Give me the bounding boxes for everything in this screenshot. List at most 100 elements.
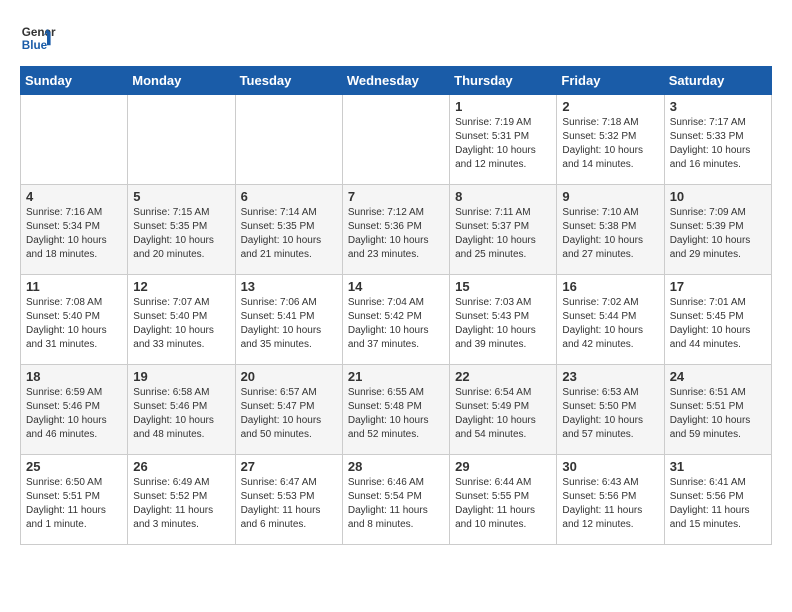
calendar-cell: 19 Sunrise: 6:58 AM Sunset: 5:46 PM Dayli… [128, 365, 235, 455]
day-info: Sunrise: 7:15 AM Sunset: 5:35 PM Dayligh… [133, 206, 229, 262]
day-info: Sunrise: 6:53 AM Sunset: 5:50 PM Dayligh… [562, 386, 658, 442]
day-number: 13 [241, 279, 337, 294]
day-info: Sunrise: 6:54 AM Sunset: 5:49 PM Dayligh… [455, 386, 551, 442]
day-info: Sunrise: 6:41 AM Sunset: 5:56 PM Dayligh… [670, 476, 766, 532]
calendar-cell: 31 Sunrise: 6:41 AM Sunset: 5:56 PM Dayli… [664, 455, 771, 545]
day-info: Sunrise: 7:09 AM Sunset: 5:39 PM Dayligh… [670, 206, 766, 262]
calendar-cell: 23Sunrise: 6:53 AM Sunset: 5:50 PM Dayli… [557, 365, 664, 455]
calendar-cell: 6 Sunrise: 7:14 AM Sunset: 5:35 PM Daylig… [235, 185, 342, 275]
day-number: 6 [241, 189, 337, 204]
day-info: Sunrise: 7:08 AM Sunset: 5:40 PM Dayligh… [26, 296, 122, 352]
day-header-wednesday: Wednesday [342, 67, 449, 95]
day-info: Sunrise: 7:01 AM Sunset: 5:45 PM Dayligh… [670, 296, 766, 352]
logo-icon: General Blue [20, 20, 56, 56]
day-header-tuesday: Tuesday [235, 67, 342, 95]
day-number: 21 [348, 369, 444, 384]
day-info: Sunrise: 7:10 AM Sunset: 5:38 PM Dayligh… [562, 206, 658, 262]
calendar-cell: 17Sunrise: 7:01 AM Sunset: 5:45 PM Dayli… [664, 275, 771, 365]
day-info: Sunrise: 7:19 AM Sunset: 5:31 PM Dayligh… [455, 116, 551, 172]
calendar-cell: 20 Sunrise: 6:57 AM Sunset: 5:47 PM Dayli… [235, 365, 342, 455]
day-info: Sunrise: 7:12 AM Sunset: 5:36 PM Dayligh… [348, 206, 444, 262]
calendar-cell: 21 Sunrise: 6:55 AM Sunset: 5:48 PM Dayli… [342, 365, 449, 455]
logo: General Blue [20, 20, 56, 56]
day-number: 29 [455, 459, 551, 474]
day-info: Sunrise: 6:51 AM Sunset: 5:51 PM Dayligh… [670, 386, 766, 442]
calendar-cell: 9 Sunrise: 7:10 AM Sunset: 5:38 PM Daylig… [557, 185, 664, 275]
day-info: Sunrise: 6:59 AM Sunset: 5:46 PM Dayligh… [26, 386, 122, 442]
day-number: 28 [348, 459, 444, 474]
day-number: 14 [348, 279, 444, 294]
day-info: Sunrise: 7:16 AM Sunset: 5:34 PM Dayligh… [26, 206, 122, 262]
svg-text:Blue: Blue [22, 39, 48, 52]
day-number: 22 [455, 369, 551, 384]
calendar-cell: 30 Sunrise: 6:43 AM Sunset: 5:56 PM Dayli… [557, 455, 664, 545]
day-header-thursday: Thursday [450, 67, 557, 95]
calendar-cell: 1 Sunrise: 7:19 AM Sunset: 5:31 PM Daylig… [450, 95, 557, 185]
day-number: 25 [26, 459, 122, 474]
day-info: Sunrise: 6:47 AM Sunset: 5:53 PM Dayligh… [241, 476, 337, 532]
calendar-cell: 22 Sunrise: 6:54 AM Sunset: 5:49 PM Dayli… [450, 365, 557, 455]
calendar-cell: 26Sunrise: 6:49 AM Sunset: 5:52 PM Dayli… [128, 455, 235, 545]
day-number: 15 [455, 279, 551, 294]
day-info: Sunrise: 6:44 AM Sunset: 5:55 PM Dayligh… [455, 476, 551, 532]
day-info: Sunrise: 7:14 AM Sunset: 5:35 PM Dayligh… [241, 206, 337, 262]
day-number: 10 [670, 189, 766, 204]
day-number: 5 [133, 189, 229, 204]
day-info: Sunrise: 6:57 AM Sunset: 5:47 PM Dayligh… [241, 386, 337, 442]
day-info: Sunrise: 7:11 AM Sunset: 5:37 PM Dayligh… [455, 206, 551, 262]
day-info: Sunrise: 6:50 AM Sunset: 5:51 PM Dayligh… [26, 476, 122, 532]
calendar-cell: 14Sunrise: 7:04 AM Sunset: 5:42 PM Dayli… [342, 275, 449, 365]
calendar-table: SundayMondayTuesdayWednesdayThursdayFrid… [20, 66, 772, 545]
day-header-saturday: Saturday [664, 67, 771, 95]
day-info: Sunrise: 7:18 AM Sunset: 5:32 PM Dayligh… [562, 116, 658, 172]
calendar-cell: 29 Sunrise: 6:44 AM Sunset: 5:55 PM Dayli… [450, 455, 557, 545]
calendar-cell: 15 Sunrise: 7:03 AM Sunset: 5:43 PM Dayli… [450, 275, 557, 365]
day-number: 19 [133, 369, 229, 384]
day-number: 24 [670, 369, 766, 384]
day-info: Sunrise: 6:58 AM Sunset: 5:46 PM Dayligh… [133, 386, 229, 442]
day-number: 3 [670, 99, 766, 114]
day-info: Sunrise: 7:17 AM Sunset: 5:33 PM Dayligh… [670, 116, 766, 172]
day-number: 8 [455, 189, 551, 204]
calendar-cell [342, 95, 449, 185]
day-number: 1 [455, 99, 551, 114]
day-number: 12 [133, 279, 229, 294]
calendar-cell: 18 Sunrise: 6:59 AM Sunset: 5:46 PM Dayli… [21, 365, 128, 455]
day-number: 18 [26, 369, 122, 384]
day-number: 9 [562, 189, 658, 204]
day-info: Sunrise: 6:49 AM Sunset: 5:52 PM Dayligh… [133, 476, 229, 532]
calendar-cell: 4 Sunrise: 7:16 AM Sunset: 5:34 PM Daylig… [21, 185, 128, 275]
page-header: General Blue [20, 20, 772, 56]
calendar-cell: 5 Sunrise: 7:15 AM Sunset: 5:35 PM Daylig… [128, 185, 235, 275]
day-number: 20 [241, 369, 337, 384]
day-info: Sunrise: 6:55 AM Sunset: 5:48 PM Dayligh… [348, 386, 444, 442]
day-number: 2 [562, 99, 658, 114]
calendar-cell: 11Sunrise: 7:08 AM Sunset: 5:40 PM Dayli… [21, 275, 128, 365]
calendar-cell: 13 Sunrise: 7:06 AM Sunset: 5:41 PM Dayli… [235, 275, 342, 365]
day-info: Sunrise: 6:43 AM Sunset: 5:56 PM Dayligh… [562, 476, 658, 532]
day-info: Sunrise: 7:03 AM Sunset: 5:43 PM Dayligh… [455, 296, 551, 352]
day-number: 31 [670, 459, 766, 474]
calendar-cell: 16 Sunrise: 7:02 AM Sunset: 5:44 PM Dayli… [557, 275, 664, 365]
calendar-cell [128, 95, 235, 185]
calendar-cell: 25 Sunrise: 6:50 AM Sunset: 5:51 PM Dayli… [21, 455, 128, 545]
day-number: 16 [562, 279, 658, 294]
day-header-friday: Friday [557, 67, 664, 95]
day-info: Sunrise: 7:02 AM Sunset: 5:44 PM Dayligh… [562, 296, 658, 352]
calendar-cell: 10 Sunrise: 7:09 AM Sunset: 5:39 PM Dayli… [664, 185, 771, 275]
calendar-cell: 24 Sunrise: 6:51 AM Sunset: 5:51 PM Dayli… [664, 365, 771, 455]
day-header-monday: Monday [128, 67, 235, 95]
calendar-cell: 28Sunrise: 6:46 AM Sunset: 5:54 PM Dayli… [342, 455, 449, 545]
day-info: Sunrise: 7:06 AM Sunset: 5:41 PM Dayligh… [241, 296, 337, 352]
svg-text:General: General [22, 26, 56, 39]
calendar-cell [235, 95, 342, 185]
day-number: 30 [562, 459, 658, 474]
calendar-cell: 7 Sunrise: 7:12 AM Sunset: 5:36 PM Daylig… [342, 185, 449, 275]
day-number: 4 [26, 189, 122, 204]
calendar-cell: 27 Sunrise: 6:47 AM Sunset: 5:53 PM Dayli… [235, 455, 342, 545]
day-header-sunday: Sunday [21, 67, 128, 95]
day-number: 27 [241, 459, 337, 474]
day-number: 7 [348, 189, 444, 204]
calendar-cell: 12 Sunrise: 7:07 AM Sunset: 5:40 PM Dayli… [128, 275, 235, 365]
day-info: Sunrise: 7:07 AM Sunset: 5:40 PM Dayligh… [133, 296, 229, 352]
